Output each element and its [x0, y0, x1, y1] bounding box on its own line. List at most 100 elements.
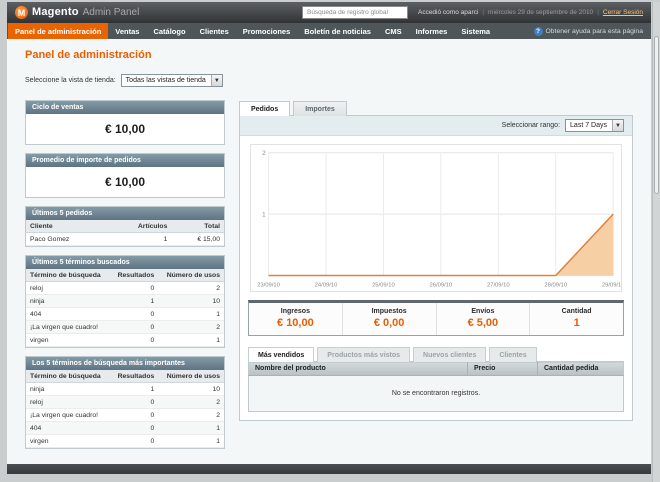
magento-logo-icon: M: [15, 6, 28, 19]
nav-help-label: Obtener ayuda para esta página: [545, 27, 644, 35]
nav-item-promociones[interactable]: Promociones: [236, 23, 298, 39]
total-envios: Envíos € 5,00: [435, 303, 530, 336]
search-term-cell: ninja: [26, 382, 111, 396]
grids-tabs: Más vendidos Productos más vistos Nuevos…: [248, 346, 624, 363]
results-cell: 1: [110, 382, 159, 396]
total-cell: € 15,00: [171, 232, 224, 246]
table-row[interactable]: ¡La virgen que cuadro! 0 2: [26, 408, 224, 422]
header-date: miércoles 29 de septiembre de 2010: [488, 9, 594, 16]
nav-item-catalogo[interactable]: Catálogo: [146, 23, 192, 39]
search-term-cell: ninja: [26, 294, 111, 308]
brand-suffix: Admin Panel: [82, 7, 140, 18]
nav-item-cms[interactable]: CMS: [378, 23, 409, 39]
table-row[interactable]: Paco Gomez 1 € 15,00: [26, 232, 224, 246]
column-header: Resultados: [110, 370, 159, 383]
scrollbar-thumb[interactable]: [654, 36, 659, 194]
search-term-cell: virgen: [26, 333, 111, 347]
header-bar: M Magento Admin Panel Accedió como aparc…: [7, 2, 651, 23]
chevron-down-icon: ▼: [210, 75, 222, 86]
tab-clientes[interactable]: Clientes: [489, 347, 537, 363]
nav-item-ventas[interactable]: Ventas: [108, 23, 146, 39]
nav-item-boletin[interactable]: Boletín de noticias: [297, 23, 378, 39]
svg-text:23/09/10: 23/09/10: [257, 283, 280, 289]
tab-importes[interactable]: Importes: [293, 101, 347, 116]
table-row[interactable]: ninja 1 10: [26, 294, 224, 308]
svg-text:2: 2: [262, 150, 266, 157]
table-row[interactable]: ¡La virgen que cuadro! 0 2: [26, 320, 224, 334]
svg-text:29/09/10: 29/09/10: [602, 283, 621, 289]
table-row[interactable]: reloj 0 2: [26, 281, 224, 295]
column-header: Precio: [467, 361, 538, 377]
logout-link[interactable]: Cerrar Sesión: [603, 9, 643, 16]
search-term-cell: virgen: [26, 434, 111, 448]
last-search-terms-table: Término de búsqueda Resultados Número de…: [26, 269, 224, 347]
store-switcher: Seleccione la vista de tienda: Todas las…: [25, 74, 633, 87]
uses-cell: 1: [158, 434, 224, 448]
results-cell: 0: [110, 408, 159, 422]
dashboard-main: Pedidos Importes Seleccionar rango: Last…: [239, 100, 633, 422]
column-header: Cantidad pedida: [537, 361, 624, 377]
box-title: Los 5 términos de búsqueda más important…: [26, 357, 224, 370]
svg-text:27/09/10: 27/09/10: [487, 283, 510, 289]
nav-item-dashboard[interactable]: Panel de administración: [8, 23, 109, 39]
column-header: Número de usos: [158, 370, 224, 383]
table-row[interactable]: ninja 1 10: [26, 382, 224, 396]
table-row[interactable]: 404 0 1: [26, 307, 224, 321]
global-search-input[interactable]: [301, 6, 408, 19]
main-nav: Panel de administración Ventas Catálogo …: [7, 23, 651, 39]
svg-text:26/09/10: 26/09/10: [430, 283, 453, 289]
chevron-down-icon: ▼: [612, 120, 623, 131]
table-header-row: Término de búsqueda Resultados Número de…: [26, 370, 224, 383]
page-title: Panel de administración: [25, 49, 152, 61]
box-title: Promedio de importe de pedidos: [26, 154, 224, 167]
nav-item-clientes[interactable]: Clientes: [193, 23, 236, 39]
scrollbar[interactable]: [652, 2, 660, 482]
tab-mas-vendidos[interactable]: Más vendidos: [248, 347, 315, 363]
bestsellers-table: Nombre del producto Precio Cantidad pedi…: [248, 361, 624, 413]
table-row[interactable]: 404 0 1: [26, 421, 224, 435]
search-term-cell: reloj: [26, 281, 111, 295]
tab-nuevos-clientes[interactable]: Nuevos clientes: [413, 347, 487, 363]
column-header: Total: [171, 220, 224, 233]
results-cell: 0: [110, 421, 159, 435]
store-view-select[interactable]: Todas las vistas de tienda ▼: [120, 74, 223, 87]
total-value: € 0,00: [373, 317, 405, 330]
total-label: Ingresos: [280, 308, 310, 316]
column-header: Nombre del producto: [248, 361, 468, 377]
chart-container: 1 2 23/09/10 24/09/10 25/09/10 26/09/10 27/09/…: [250, 144, 622, 293]
lifetime-sales-box: Ciclo de ventas € 10,00: [25, 100, 225, 145]
store-view-value: Todas las vistas de tienda: [125, 77, 206, 84]
orders-chart: 1 2 23/09/10 24/09/10 25/09/10 26/09/10 27/09/…: [257, 150, 621, 289]
range-select[interactable]: Last 7 Days ▼: [565, 119, 624, 132]
results-cell: 0: [110, 320, 159, 334]
nav-item-informes[interactable]: Informes: [409, 23, 455, 39]
dashboard-columns: Ciclo de ventas € 10,00 Promedio de impo…: [25, 100, 633, 449]
table-row[interactable]: reloj 0 2: [26, 395, 224, 409]
tab-productos-mas-vistos[interactable]: Productos más vistos: [317, 347, 411, 363]
empty-message: No se encontraron registros.: [248, 375, 624, 412]
uses-cell: 10: [158, 382, 224, 396]
table-row[interactable]: virgen 0 1: [26, 333, 224, 347]
last-orders-table: Cliente Artículos Total Paco Gomez 1 € 1…: [26, 220, 224, 246]
column-header: Resultados: [110, 269, 159, 282]
dashboard-sidebar: Ciclo de ventas € 10,00 Promedio de impo…: [25, 100, 225, 449]
tab-pedidos[interactable]: Pedidos: [239, 101, 291, 116]
nav-item-sistema[interactable]: Sistema: [454, 23, 497, 39]
results-cell: 1: [110, 294, 159, 308]
footer-bar: [7, 464, 651, 474]
table-row[interactable]: virgen 0 1: [26, 434, 224, 448]
nav-help-link[interactable]: ? Obtener ayuda para esta página: [533, 23, 652, 39]
total-value: € 5,00: [467, 317, 499, 330]
items-cell: 1: [107, 232, 172, 246]
svg-text:28/09/10: 28/09/10: [544, 283, 567, 289]
average-orders-value: € 10,00: [104, 175, 146, 189]
uses-cell: 1: [158, 421, 224, 435]
table-header-row: Término de búsqueda Resultados Número de…: [26, 269, 224, 282]
column-header: Artículos: [107, 220, 172, 233]
uses-cell: 2: [158, 395, 224, 409]
header-user-info: Accedió como aparci | miércoles 29 de se…: [418, 9, 643, 16]
admin-page: M Magento Admin Panel Accedió como aparc…: [7, 2, 651, 474]
range-row: Seleccionar rango: Last 7 Days ▼: [240, 116, 632, 136]
column-header: Número de usos: [158, 269, 224, 282]
last-search-terms-box: Últimos 5 términos buscados Término de b…: [25, 255, 225, 348]
